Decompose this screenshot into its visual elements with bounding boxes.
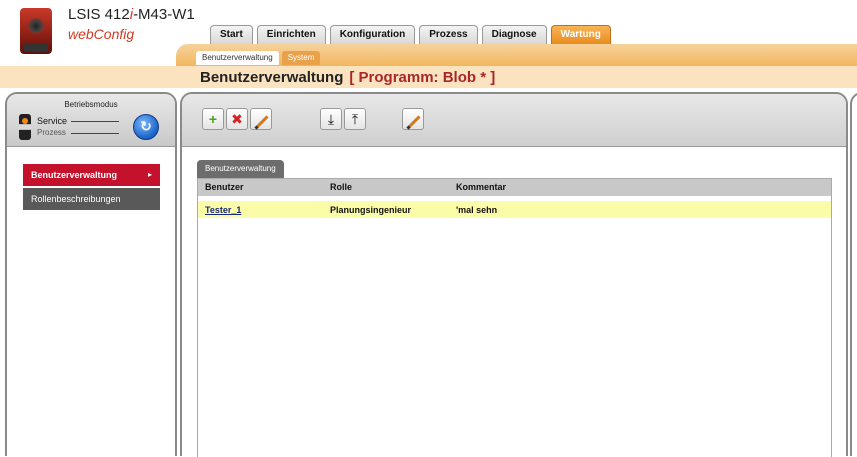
role-pencil-icon [405,115,421,130]
import-button[interactable]: ⤓ [320,108,342,130]
right-panel-edge [850,92,857,456]
export-icon: ⤒ [351,111,359,127]
sidebar-item-benutzerverwaltung[interactable]: Benutzerverwaltung ▸ [23,164,160,186]
tab-diagnose[interactable]: Diagnose [481,25,547,44]
page-title: Benutzerverwaltung[ Programm: Blob * ] [200,69,496,86]
user-role: Planungsingenieur [330,205,412,215]
tab-prozess[interactable]: Prozess [419,25,478,44]
divider [71,121,119,122]
sidebar-item-rollenbeschreibungen[interactable]: Rollenbeschreibungen [23,188,160,210]
app-name: webConfig [68,26,135,42]
mode-toggle-button[interactable]: ↻ [133,114,159,140]
edit-user-button[interactable] [250,108,272,130]
column-header-kommentar[interactable]: Kommentar [456,182,506,192]
mode-prozess-label: Prozess [37,128,66,137]
main-tabs: Start Einrichten Konfiguration Prozess D… [210,25,611,45]
user-table: Benutzer Rolle Kommentar Tester_1 Planun… [197,178,832,457]
device-logo [20,8,52,54]
column-header-rolle[interactable]: Rolle [330,182,352,192]
subtab-system[interactable]: System [281,51,321,65]
plus-icon: + [208,111,218,127]
table-tab[interactable]: Benutzerverwaltung [197,160,284,178]
import-icon: ⤓ [327,111,335,127]
tab-wartung[interactable]: Wartung [550,25,611,44]
table-row[interactable]: Tester_1 Planungsingenieur 'mal sehn [198,201,831,218]
column-header-benutzer[interactable]: Benutzer [205,182,244,192]
table-header: Benutzer Rolle Kommentar [198,179,831,196]
camera-lens-icon [28,18,44,34]
add-user-button[interactable]: + [202,108,224,130]
user-comment: 'mal sehn [456,205,498,215]
device-title: LSIS 412i-M43-W1 [68,6,195,23]
pencil-icon [253,115,269,130]
subtab-benutzerverwaltung[interactable]: Benutzerverwaltung [196,51,279,65]
sidebar-item-label: Benutzerverwaltung [31,170,118,180]
program-label: [ Programm: Blob * ] [349,69,496,86]
mode-switch-icon [19,114,31,140]
export-button[interactable]: ⤒ [344,108,366,130]
tab-start[interactable]: Start [210,25,253,44]
refresh-icon: ↻ [140,118,152,134]
left-panel: Betriebsmodus Service Prozess ↻ Benutzer… [5,92,177,456]
delete-icon: ✖ [231,111,243,127]
mode-service-label: Service [37,116,68,126]
tab-konfiguration[interactable]: Konfiguration [329,25,416,44]
chevron-right-icon: ▸ [147,170,152,179]
operating-mode-box: Betriebsmodus Service Prozess ↻ [7,94,175,147]
camera-base-icon [24,44,48,52]
user-link[interactable]: Tester_1 [205,205,241,215]
main-panel: + ✖ ⤓ ⤒ Benutzerverwaltung Benutzer Roll… [180,92,848,457]
toolbar: + ✖ ⤓ ⤒ [182,94,846,147]
sidebar-item-label: Rollenbeschreibungen [31,194,121,204]
mode-title: Betriebsmodus [64,100,118,109]
sub-tabs: Benutzerverwaltung System [196,51,321,65]
delete-user-button[interactable]: ✖ [226,108,248,130]
divider [71,133,119,134]
tab-einrichten[interactable]: Einrichten [256,25,326,44]
edit-role-button[interactable] [402,108,424,130]
